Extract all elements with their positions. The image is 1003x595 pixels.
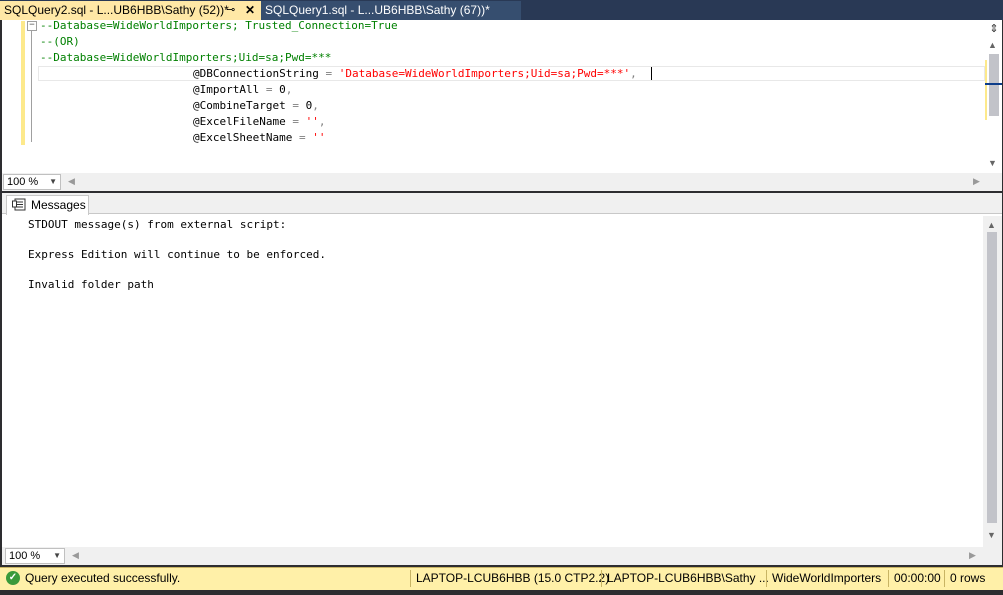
param-name: @ImportAll	[193, 83, 260, 96]
code-line-8[interactable]: @ExcelSheetName = ''	[193, 130, 325, 146]
split-icon[interactable]: ⇕	[988, 22, 1000, 36]
status-divider	[601, 570, 602, 587]
status-server: LAPTOP-LCUB6HBB (15.0 CTP2.2)	[416, 571, 610, 585]
scroll-change-marker	[985, 60, 987, 120]
scroll-right-icon[interactable]: ▶	[973, 176, 980, 187]
status-divider	[410, 570, 411, 587]
scroll-left-icon[interactable]: ◀	[72, 550, 79, 561]
results-zoom-select[interactable]: 100 % ▼	[5, 548, 65, 564]
chevron-down-icon: ▼	[53, 551, 61, 560]
param-name: @DBConnectionString	[193, 67, 319, 80]
zoom-value: 100 %	[9, 550, 41, 562]
window-bottom-edge	[0, 590, 1003, 595]
separator: ,	[318, 115, 326, 128]
collapse-icon[interactable]: −	[27, 21, 37, 31]
code-line-5[interactable]: @ImportAll = 0,	[193, 82, 292, 98]
status-message: Query executed successfully.	[25, 571, 181, 585]
code-line-2[interactable]: --(OR)	[40, 34, 80, 50]
code-line-6[interactable]: @CombineTarget = 0,	[193, 98, 319, 114]
scroll-right-icon[interactable]: ▶	[969, 550, 976, 561]
param-value: 0	[279, 83, 286, 96]
separator: ,	[630, 67, 637, 80]
results-scroll-thumb[interactable]	[987, 232, 997, 523]
editor-zoom-bar	[2, 173, 1002, 191]
operator: =	[292, 115, 299, 128]
status-user: LAPTOP-LCUB6HBB\Sathy ...	[607, 571, 769, 585]
success-check-icon: ✓	[6, 571, 20, 585]
zoom-value: 100 %	[7, 176, 39, 188]
change-marker	[21, 21, 25, 145]
param-value: 'Database=WideWorldImporters;Uid=sa;Pwd=…	[338, 67, 631, 80]
tab-label: SQLQuery2.sql - L...UB6HBB\Sathy (52))*	[4, 3, 229, 17]
outline-line	[31, 30, 32, 142]
results-pane	[2, 193, 1002, 547]
scroll-down-icon[interactable]: ▼	[987, 530, 996, 540]
scroll-up-icon[interactable]: ▲	[988, 40, 997, 50]
results-tab-strip	[2, 193, 1002, 214]
status-divider	[888, 570, 889, 587]
scroll-caret-marker	[985, 83, 1002, 85]
separator: ,	[312, 99, 319, 112]
operator: =	[292, 99, 299, 112]
editor-zoom-select[interactable]: 100 % ▼	[3, 174, 61, 190]
separator: ,	[285, 83, 293, 96]
message-line: Invalid folder path	[28, 278, 154, 291]
code-line-7[interactable]: @ExcelFileName = '',	[193, 114, 325, 130]
scroll-left-icon[interactable]: ◀	[68, 176, 75, 187]
message-line: STDOUT message(s) from external script:	[28, 218, 287, 231]
status-divider	[766, 570, 767, 587]
param-name: @CombineTarget	[193, 99, 286, 112]
text-caret	[651, 67, 652, 80]
status-rows: 0 rows	[950, 571, 986, 585]
results-zoom-bar	[2, 547, 1002, 565]
operator: =	[265, 83, 273, 96]
param-name: @ExcelFileName	[193, 115, 286, 128]
tab-label: SQLQuery1.sql - L...UB6HBB\Sathy (67))*	[265, 3, 490, 17]
messages-icon	[12, 198, 26, 211]
code-line-4[interactable]: @DBConnectionString = 'Database=WideWorl…	[193, 66, 637, 82]
operator: =	[325, 67, 333, 80]
code-line-1[interactable]: --Database=WideWorldImporters; Trusted_C…	[40, 18, 398, 34]
message-line: Express Edition will continue to be enfo…	[28, 248, 327, 261]
param-value: ''	[305, 115, 319, 128]
chevron-down-icon: ▼	[49, 177, 57, 186]
scroll-down-icon[interactable]: ▼	[988, 158, 997, 168]
scroll-up-icon[interactable]: ▲	[987, 220, 996, 230]
param-name: @ExcelSheetName	[193, 131, 293, 144]
status-divider	[944, 570, 945, 587]
tab-messages-label: Messages	[31, 198, 86, 212]
query-editor[interactable]	[2, 20, 1002, 173]
code-line-3[interactable]: --Database=WideWorldImporters;Uid=sa;Pwd…	[40, 50, 331, 66]
editor-scroll-thumb[interactable]	[989, 54, 999, 116]
operator: =	[298, 131, 306, 144]
param-value: ''	[312, 131, 326, 144]
status-elapsed: 00:00:00	[894, 571, 941, 585]
status-database: WideWorldImporters	[772, 571, 882, 585]
